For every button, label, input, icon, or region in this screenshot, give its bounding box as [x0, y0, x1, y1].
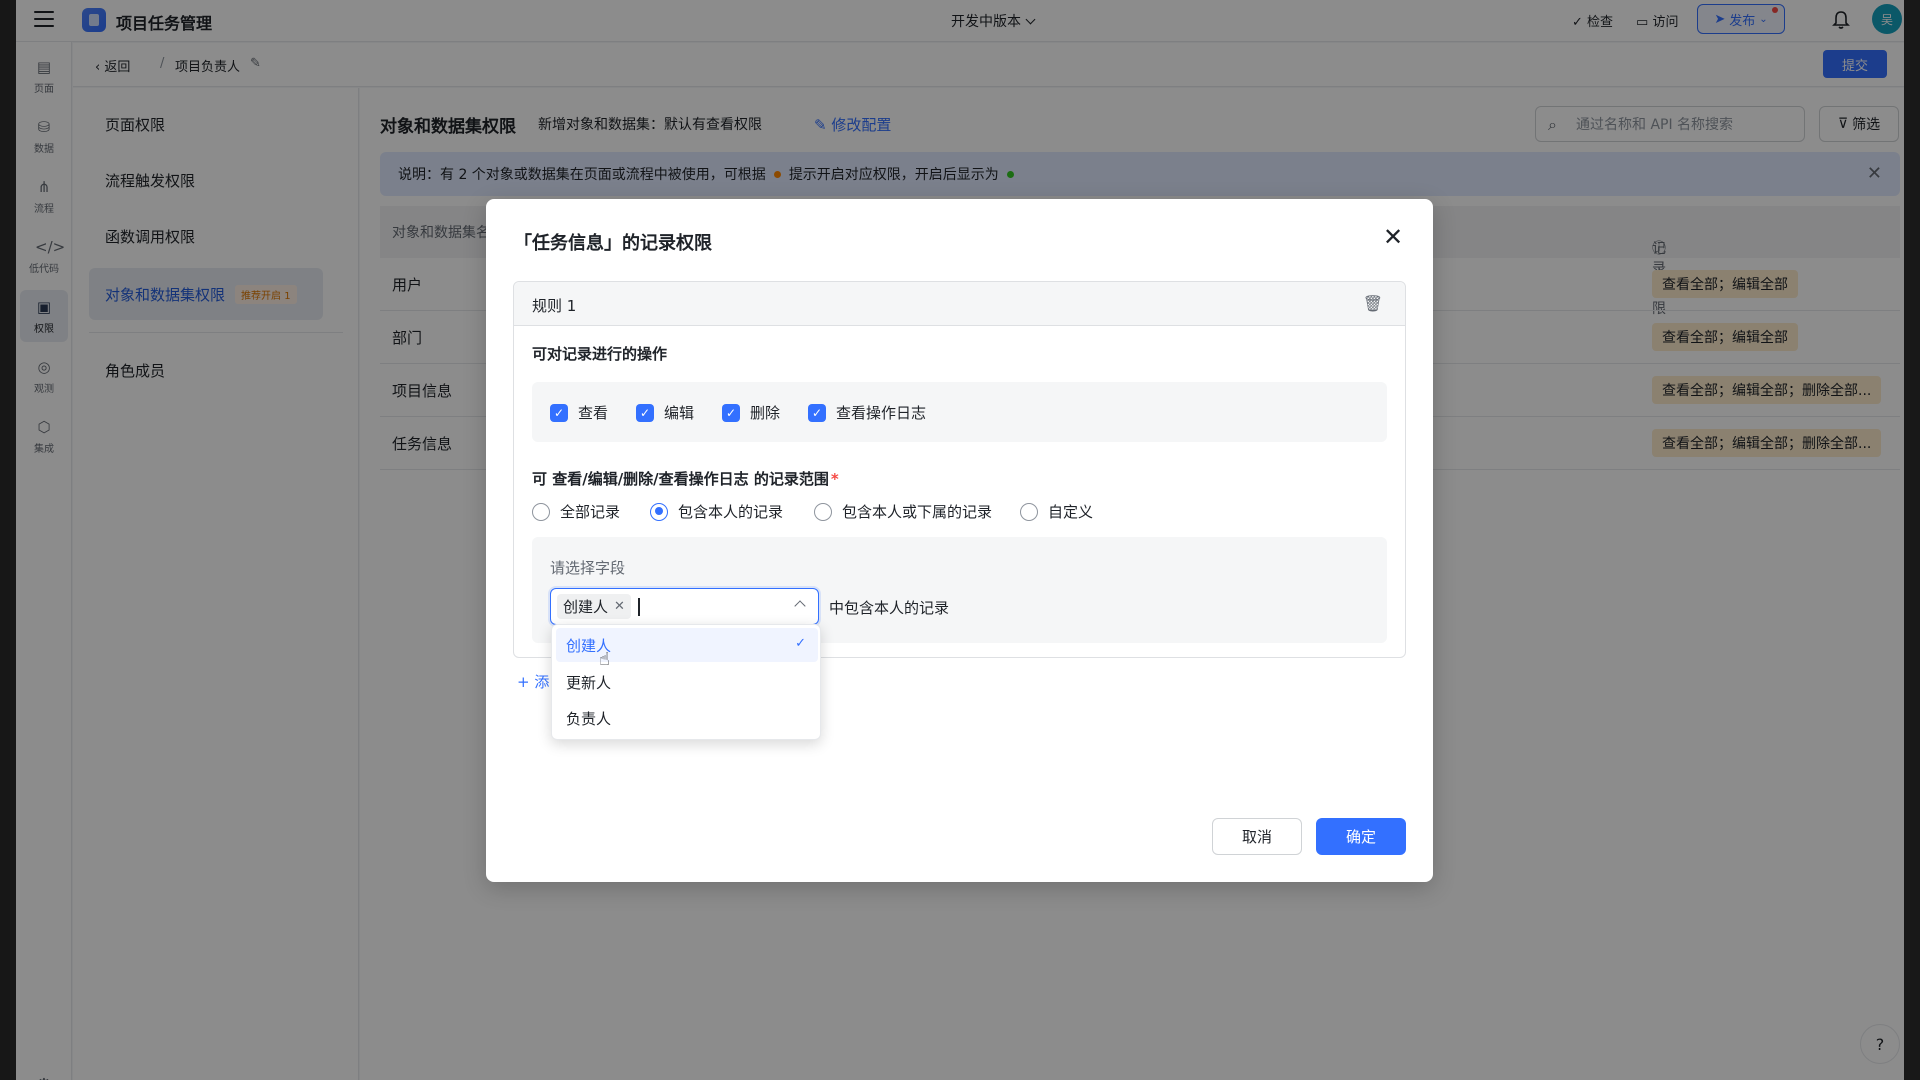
check-icon: ✓ — [808, 403, 826, 422]
chip-label: 创建人 — [563, 598, 609, 616]
scope-label: 可 查看/编辑/删除/查看操作日志 的记录范围 * — [532, 468, 839, 489]
scope-label-text: 可 查看/编辑/删除/查看操作日志 的记录范围 — [532, 470, 829, 488]
radio-label: 自定义 — [1048, 503, 1094, 521]
rule-name: 规则 1 — [532, 297, 577, 315]
field-dropdown: 创建人 ✓ 更新人 负责人 — [551, 624, 821, 740]
add-rule-button[interactable]: + 添 — [517, 671, 549, 692]
radio-circle — [532, 502, 550, 521]
radio-custom[interactable]: 自定义 — [1020, 501, 1093, 522]
option-owner[interactable]: 负责人 — [556, 701, 818, 735]
selected-field-chip: 创建人 ✕ — [557, 594, 631, 619]
radio-own-records[interactable]: 包含本人的记录 — [650, 501, 783, 522]
rule-header: 规则 1 🗑 — [514, 282, 1405, 326]
checkbox-label: 查看 — [578, 404, 609, 422]
radio-circle — [650, 502, 668, 521]
field-label: 请选择字段 — [550, 559, 626, 577]
checkbox-view[interactable]: ✓ 查看 — [550, 402, 608, 423]
close-icon[interactable]: ✕ — [1381, 225, 1405, 249]
option-label: 负责人 — [566, 709, 612, 728]
radio-circle — [1020, 502, 1038, 521]
field-select[interactable]: 创建人 ✕ — [550, 588, 819, 625]
operations-group: ✓ 查看 ✓ 编辑 ✓ 删除 ✓ 查看操作日志 — [532, 382, 1387, 442]
dialog-title: 「任务信息」的记录权限 — [514, 233, 712, 254]
add-rule-label: 添 — [534, 673, 550, 691]
radio-own-or-subordinate[interactable]: 包含本人或下属的记录 — [814, 501, 992, 522]
checkbox-label: 编辑 — [664, 404, 695, 422]
check-icon: ✓ — [636, 403, 654, 422]
option-updater[interactable]: 更新人 — [556, 665, 818, 699]
checkbox-label: 删除 — [750, 404, 781, 422]
option-label: 更新人 — [566, 673, 612, 692]
rule-card: 规则 1 🗑 可对记录进行的操作 ✓ 查看 ✓ 编辑 ✓ 删除 ✓ 查看操作日志 可 查… — [513, 281, 1406, 658]
checkbox-label: 查看操作日志 — [836, 404, 927, 422]
chevron-up-icon[interactable] — [794, 600, 806, 612]
checkbox-delete[interactable]: ✓ 删除 — [722, 402, 780, 423]
radio-circle — [814, 502, 832, 521]
check-icon: ✓ — [722, 403, 740, 422]
operations-label: 可对记录进行的操作 — [532, 345, 668, 363]
plus-icon: + — [517, 673, 530, 691]
cancel-button[interactable]: 取消 — [1212, 818, 1302, 855]
check-icon: ✓ — [795, 636, 806, 651]
trash-icon[interactable]: 🗑 — [1363, 294, 1383, 313]
radio-label: 包含本人的记录 — [678, 503, 784, 521]
modal-overlay[interactable]: 「任务信息」的记录权限 ✕ 规则 1 🗑 可对记录进行的操作 ✓ 查看 ✓ 编辑 ✓… — [0, 0, 1920, 1080]
text-caret — [638, 598, 640, 616]
record-permission-dialog: 「任务信息」的记录权限 ✕ 规则 1 🗑 可对记录进行的操作 ✓ 查看 ✓ 编辑 ✓… — [486, 199, 1433, 882]
close-icon[interactable]: ✕ — [614, 599, 625, 614]
hand-cursor-icon: ☝ — [599, 649, 610, 670]
radio-label: 包含本人或下属的记录 — [842, 503, 993, 521]
check-icon: ✓ — [550, 403, 568, 422]
required-mark: * — [830, 470, 839, 488]
select-suffix-text: 中包含本人的记录 — [829, 599, 950, 617]
radio-label: 全部记录 — [560, 503, 621, 521]
radio-all-records[interactable]: 全部记录 — [532, 501, 620, 522]
confirm-button[interactable]: 确定 — [1316, 818, 1406, 855]
option-creator[interactable]: 创建人 ✓ — [556, 628, 818, 662]
checkbox-view-log[interactable]: ✓ 查看操作日志 — [808, 402, 926, 423]
checkbox-edit[interactable]: ✓ 编辑 — [636, 402, 694, 423]
